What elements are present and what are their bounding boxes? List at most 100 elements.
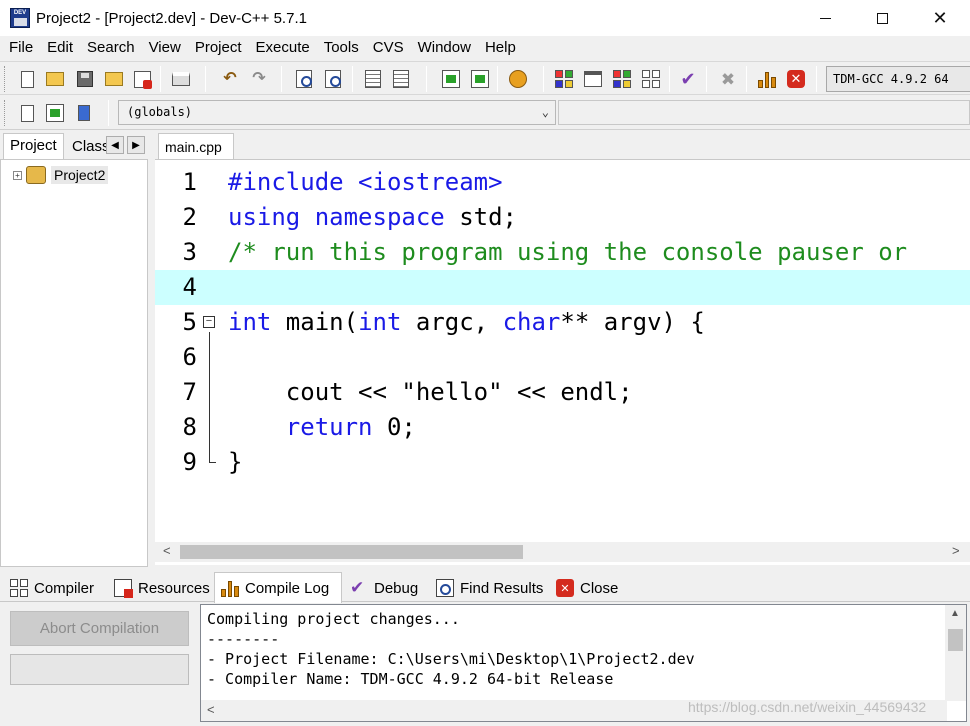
debug-button[interactable]: ✔ <box>677 68 699 90</box>
open-file-button[interactable] <box>44 68 66 90</box>
toolbar-separator <box>160 66 161 92</box>
menu-tools[interactable]: Tools <box>317 36 366 60</box>
minimize-button[interactable] <box>796 0 854 36</box>
close-window-button[interactable]: ✕ <box>911 0 969 36</box>
scroll-right-icon[interactable]: > <box>952 543 960 558</box>
menu-file[interactable]: File <box>2 36 40 60</box>
tab-compile-log[interactable]: Compile Log <box>214 572 342 603</box>
code-line: 8 return 0; <box>155 410 970 445</box>
debug-grid-button[interactable] <box>640 68 662 90</box>
code-line: 9 } <box>155 445 970 480</box>
tab-label: Find Results <box>460 579 544 597</box>
stop-button[interactable]: ✖ <box>717 68 739 90</box>
toolbar-separator <box>281 66 282 92</box>
editor-horizontal-scrollbar[interactable]: < > <box>155 542 970 562</box>
replace-button[interactable] <box>322 68 344 90</box>
save-button[interactable] <box>74 68 96 90</box>
save-all-icon <box>105 72 123 86</box>
tab-scroll-left-button[interactable]: ◀ <box>106 136 124 154</box>
compiler-icon <box>10 579 28 597</box>
redo-button[interactable]: ↷ <box>248 68 270 90</box>
tab-close[interactable]: ✕ Close <box>550 574 626 602</box>
profile-button[interactable] <box>756 68 778 90</box>
insert-button[interactable] <box>16 102 38 124</box>
maximize-button[interactable] <box>853 0 911 36</box>
function-select[interactable] <box>558 100 970 125</box>
undo-button[interactable]: ↶ <box>219 68 241 90</box>
tab-classes[interactable]: Classes <box>66 136 108 159</box>
menu-bar: File Edit Search View Project Execute To… <box>0 36 970 60</box>
compile-progress-bar <box>10 654 189 685</box>
fold-collapse-icon[interactable]: − <box>203 316 215 328</box>
log-line: Compiling project changes... <box>207 610 460 628</box>
scroll-up-icon[interactable]: ▲ <box>950 608 960 619</box>
watermark: https://blog.csdn.net/weixin_44569432 <box>688 699 927 715</box>
tab-debug[interactable]: ✔ Debug <box>344 574 426 602</box>
close-file-button[interactable] <box>131 68 153 90</box>
toolbar-separator <box>543 66 544 92</box>
tab-compiler[interactable]: Compiler <box>4 574 106 602</box>
compile-icon <box>509 70 527 88</box>
check-icon: ✔ <box>680 69 696 89</box>
scope-select[interactable]: (globals) ⌄ <box>118 100 556 125</box>
fold-guide-end <box>209 462 216 463</box>
find-button[interactable] <box>293 68 315 90</box>
compiler-select[interactable]: TDM-GCC 4.9.2 64 <box>826 66 970 92</box>
secondary-toolbar: (globals) ⌄ <box>0 96 970 130</box>
menu-view[interactable]: View <box>142 36 188 60</box>
scroll-left-icon[interactable]: < <box>207 702 215 717</box>
print-icon <box>172 72 190 86</box>
debug-grid-icon <box>642 70 660 88</box>
open-folder-icon <box>46 72 64 86</box>
menu-edit[interactable]: Edit <box>40 36 80 60</box>
rebuild-button[interactable] <box>611 68 633 90</box>
print-button[interactable] <box>170 68 192 90</box>
log-line: - Compiler Name: TDM-GCC 4.9.2 64-bit Re… <box>207 670 614 688</box>
toolbar-grip[interactable] <box>4 100 7 126</box>
abort-compilation-button[interactable]: Abort Compilation <box>10 611 189 646</box>
remove-from-project-button[interactable] <box>469 68 491 90</box>
redo-icon: ↷ <box>252 70 266 87</box>
window-title: Project2 - [Project2.dev] - Dev-C++ 5.7.… <box>36 9 307 27</box>
indent-button[interactable] <box>362 68 384 90</box>
compile-button[interactable] <box>507 68 529 90</box>
add-to-project-button[interactable] <box>440 68 462 90</box>
run-button[interactable] <box>582 68 604 90</box>
log-vertical-scrollbar[interactable]: ▲ <box>945 605 966 701</box>
tab-resources[interactable]: Resources <box>108 574 212 602</box>
menu-cvs[interactable]: CVS <box>366 36 411 60</box>
new-file-button[interactable] <box>16 68 38 90</box>
code-line: 2 using namespace std; <box>155 200 970 235</box>
line-number: 5 <box>182 308 197 336</box>
unindent-button[interactable] <box>390 68 412 90</box>
tree-item-project[interactable]: + Project2 <box>13 166 109 184</box>
unindent-icon <box>393 70 409 88</box>
indent-icon <box>365 70 381 88</box>
replace-icon <box>325 70 341 88</box>
line-number: 1 <box>182 168 197 196</box>
bookmark-button[interactable] <box>73 102 95 124</box>
expand-icon[interactable]: + <box>13 170 22 180</box>
menu-help[interactable]: Help <box>478 36 523 60</box>
code-editor[interactable]: 1 #include <iostream> 2 using namespace … <box>155 159 970 565</box>
editor-tab-main-cpp[interactable]: main.cpp <box>158 133 234 160</box>
menu-search[interactable]: Search <box>80 36 142 60</box>
save-all-button[interactable] <box>103 68 125 90</box>
triangle-left-icon: ◀ <box>111 139 119 151</box>
tab-scroll-right-button[interactable]: ▶ <box>127 136 145 154</box>
menu-execute[interactable]: Execute <box>249 36 317 60</box>
menu-project[interactable]: Project <box>188 36 249 60</box>
delete-profile-button[interactable]: ✕ <box>785 68 807 90</box>
toolbar-grip[interactable] <box>4 66 7 92</box>
rebuild-icon <box>613 70 631 88</box>
check-icon: ✔ <box>350 578 365 597</box>
tab-find-results[interactable]: Find Results <box>430 574 548 602</box>
scrollbar-thumb[interactable] <box>180 545 523 559</box>
goto-button[interactable] <box>44 102 66 124</box>
tab-project[interactable]: Project <box>3 133 64 159</box>
scrollbar-thumb[interactable] <box>948 629 963 651</box>
scroll-left-icon[interactable]: < <box>163 543 171 558</box>
compile-run-button[interactable] <box>553 68 575 90</box>
tab-label: Close <box>580 579 619 597</box>
menu-window[interactable]: Window <box>411 36 478 60</box>
